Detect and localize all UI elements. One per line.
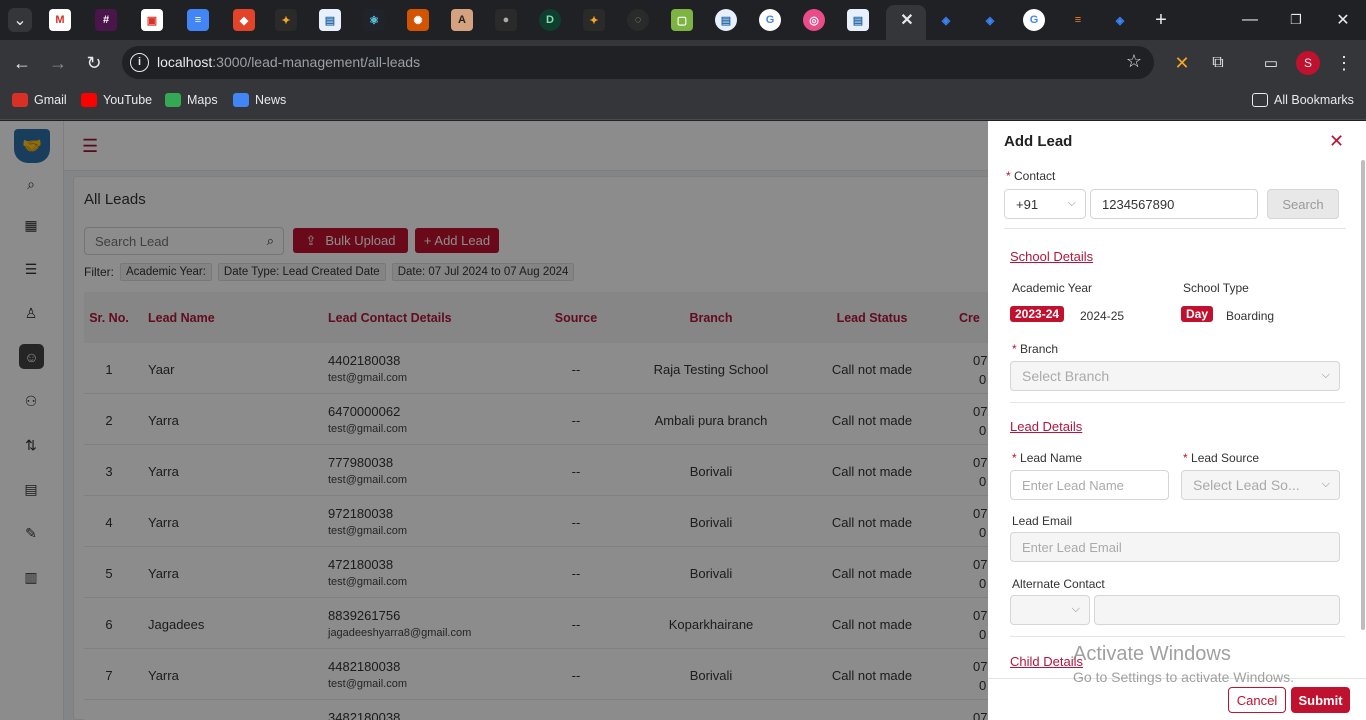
country-code-select[interactable]: +91 ⌵ xyxy=(1004,189,1086,219)
app-tab-icon[interactable]: ▢ xyxy=(671,9,693,31)
jira-tab-icon[interactable]: ◈ xyxy=(935,9,957,31)
app-tab-icon[interactable]: ✺ xyxy=(407,9,429,31)
school-type-option-selected[interactable]: Day xyxy=(1181,306,1214,322)
contact-input[interactable]: 1234567890 xyxy=(1090,189,1258,219)
jira-tab-icon[interactable]: ◈ xyxy=(979,9,1001,31)
school-details-link[interactable]: School Details xyxy=(1010,249,1093,264)
chevron-down-icon: ⌵ xyxy=(1067,197,1076,209)
bookmark-news[interactable]: News xyxy=(233,93,286,107)
lead-source-label: * Lead Source xyxy=(1183,451,1260,465)
drawer-title: Add Lead xyxy=(1004,133,1073,150)
react-tab-icon[interactable]: ⚛ xyxy=(363,9,385,31)
app-tab-icon[interactable]: ✦ xyxy=(583,9,605,31)
bookmark-star-icon[interactable]: ☆ xyxy=(1126,51,1142,72)
back-icon[interactable]: ← xyxy=(10,51,34,75)
youtube-icon xyxy=(81,93,97,107)
extension-icon[interactable]: ✕ xyxy=(1170,51,1194,75)
academic-year-option[interactable]: 2024-25 xyxy=(1080,309,1124,323)
address-bar[interactable]: i localhost:3000/lead-management/all-lea… xyxy=(122,46,1154,79)
chevron-down-icon: ⌵ xyxy=(1071,603,1080,615)
folder-icon xyxy=(1252,93,1268,107)
gitlab-tab-icon[interactable]: ◆ xyxy=(233,9,255,31)
school-type-label: School Type xyxy=(1183,281,1249,295)
close-icon[interactable]: ✕ xyxy=(1329,131,1344,152)
alternate-contact-input[interactable] xyxy=(1094,595,1340,625)
bookmark-gmail[interactable]: Gmail xyxy=(12,93,67,107)
new-tab-icon[interactable]: + xyxy=(1149,8,1173,32)
alternate-contact-label: Alternate Contact xyxy=(1012,577,1105,591)
google-tab-icon[interactable]: G xyxy=(1023,9,1045,31)
branch-select[interactable]: Select Branch ⌵ xyxy=(1010,361,1340,391)
app-tab-icon[interactable]: ▤ xyxy=(319,9,341,31)
app-tab-icon[interactable]: ◌ xyxy=(627,9,649,31)
alternate-country-code-select[interactable]: ⌵ xyxy=(1010,595,1090,625)
branch-label: * Branch xyxy=(1012,342,1059,356)
minimize-icon[interactable]: — xyxy=(1238,8,1262,32)
app-tab-icon[interactable]: D xyxy=(539,9,561,31)
lead-email-label: Lead Email xyxy=(1012,514,1073,528)
lead-name-label: * Lead Name xyxy=(1012,451,1083,465)
browser-menu-icon[interactable]: ⋮ xyxy=(1332,51,1356,75)
maps-icon xyxy=(165,93,181,107)
docs-tab-icon[interactable]: ≡ xyxy=(187,9,209,31)
gmail-icon xyxy=(12,93,28,107)
cast-icon[interactable]: ▭ xyxy=(1259,51,1283,75)
extensions-puzzle-icon[interactable]: ⧉ xyxy=(1206,51,1230,75)
chevron-down-icon: ⌵ xyxy=(1321,478,1330,490)
drawer-scrollbar[interactable] xyxy=(1361,160,1365,630)
restore-icon[interactable]: ❐ xyxy=(1284,8,1308,32)
search-button[interactable]: Search xyxy=(1267,189,1339,219)
news-icon xyxy=(233,93,249,107)
divider xyxy=(1004,228,1346,229)
chevron-down-icon: ⌵ xyxy=(1321,369,1330,381)
tab-search-button[interactable]: ⌄ xyxy=(8,8,32,32)
lead-source-select[interactable]: Select Lead So... ⌵ xyxy=(1181,470,1340,500)
profile-avatar[interactable]: S xyxy=(1296,51,1320,75)
gmail-tab-icon[interactable]: M xyxy=(49,9,71,31)
calendar-tab-icon[interactable]: ▣ xyxy=(141,9,163,31)
divider xyxy=(1010,636,1345,637)
close-tab-icon[interactable]: ✕ xyxy=(896,9,918,31)
app-tab-icon[interactable]: ▤ xyxy=(715,9,737,31)
all-bookmarks[interactable]: All Bookmarks xyxy=(1252,93,1354,107)
divider xyxy=(1010,402,1345,403)
app-tab-icon[interactable]: ▤ xyxy=(847,9,869,31)
slack-tab-icon[interactable]: # xyxy=(95,9,117,31)
anthropic-tab-icon[interactable]: A xyxy=(451,9,473,31)
github-tab-icon[interactable]: ● xyxy=(495,9,517,31)
jira-tab-icon[interactable]: ◈ xyxy=(1109,9,1131,31)
stackoverflow-tab-icon[interactable]: ≡ xyxy=(1067,9,1089,31)
academic-year-label: Academic Year xyxy=(1012,281,1093,295)
site-info-icon[interactable]: i xyxy=(130,53,149,72)
modal-overlay[interactable] xyxy=(0,121,988,720)
contact-label: * Contact xyxy=(1006,169,1056,183)
lead-details-link[interactable]: Lead Details xyxy=(1010,419,1082,434)
bookmark-maps[interactable]: Maps xyxy=(165,93,218,107)
reload-icon[interactable]: ↻ xyxy=(82,51,106,75)
lead-name-input[interactable]: Enter Lead Name xyxy=(1010,470,1169,500)
app-tab-icon[interactable]: ✦ xyxy=(275,9,297,31)
google-tab-icon[interactable]: G xyxy=(759,9,781,31)
bookmarks-bar: Gmail YouTube Maps News All Bookmarks xyxy=(0,85,1366,120)
window-close-icon[interactable]: ✕ xyxy=(1331,8,1355,32)
submit-button[interactable]: Submit xyxy=(1291,687,1350,713)
url-text[interactable]: localhost:3000/lead-management/all-leads xyxy=(157,54,420,70)
forward-icon[interactable]: → xyxy=(46,51,70,75)
browser-toolbar: ← → ↻ i localhost:3000/lead-management/a… xyxy=(0,40,1366,85)
bookmark-youtube[interactable]: YouTube xyxy=(81,93,152,107)
cancel-button[interactable]: Cancel xyxy=(1228,687,1286,713)
browser-tab-strip: ⌄ M # ▣ ≡ ◆ ✦ ▤ ⚛ ✺ A ● D ✦ ◌ ▢ ▤ G ◎ ▤ … xyxy=(0,0,1366,40)
activate-windows-title: Activate Windows xyxy=(1073,643,1231,665)
lead-email-input[interactable]: Enter Lead Email xyxy=(1010,532,1340,562)
school-type-option[interactable]: Boarding xyxy=(1226,309,1274,323)
dribbble-tab-icon[interactable]: ◎ xyxy=(803,9,825,31)
academic-year-option-selected[interactable]: 2023-24 xyxy=(1010,306,1065,322)
activate-windows-subtitle: Go to Settings to activate Windows. xyxy=(1073,669,1294,685)
add-lead-drawer: Add Lead ✕ * Contact +91 ⌵ 1234567890 Sea… xyxy=(988,121,1366,720)
